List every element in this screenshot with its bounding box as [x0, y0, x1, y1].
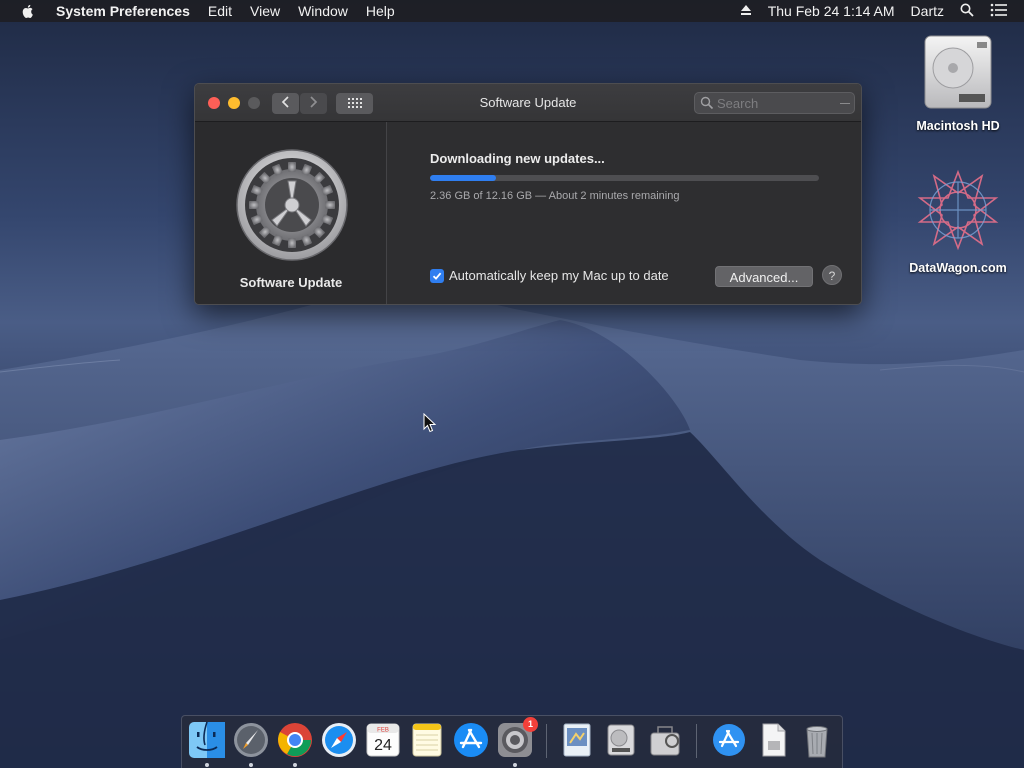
minimize-window-button[interactable] [228, 97, 240, 109]
disk-utility-icon [607, 724, 635, 756]
back-button[interactable] [272, 93, 299, 114]
notification-center-icon[interactable] [990, 3, 1008, 20]
hard-drive-icon [903, 32, 1013, 113]
dock-disk-utility[interactable] [602, 721, 640, 759]
pane-title: Software Update [239, 275, 343, 290]
running-indicator [293, 763, 297, 767]
software-update-gear-icon [231, 144, 353, 266]
chrome-icon [278, 723, 312, 757]
search-field[interactable] [694, 92, 855, 114]
dock-chrome[interactable] [276, 721, 314, 767]
trash-icon [806, 726, 828, 758]
spotlight-icon[interactable] [960, 3, 974, 20]
dock-safari[interactable] [320, 721, 358, 759]
checkmark-icon[interactable] [430, 268, 444, 283]
dock-trash[interactable] [798, 721, 836, 759]
auto-update-label[interactable]: Automatically keep my Mac up to date [449, 268, 669, 283]
download-progress-fill [430, 175, 497, 181]
search-clear-icon[interactable] [840, 103, 850, 104]
running-indicator [205, 763, 209, 767]
dock-system-preferences[interactable]: 1 [496, 717, 538, 767]
apple-menu-icon[interactable] [20, 3, 36, 19]
grid-icon [347, 95, 362, 113]
pane-content: Downloading new updates... 2.36 GB of 12… [388, 122, 861, 304]
dock-separator [696, 724, 697, 758]
desktop-icon-datawagon[interactable]: DataWagon.com [903, 168, 1013, 275]
advanced-button[interactable]: Advanced... [715, 266, 813, 287]
eject-icon[interactable] [740, 3, 752, 19]
dock: FEB 24 1 [181, 715, 843, 768]
menu-window[interactable]: Window [298, 3, 348, 19]
desktop-icon-macintosh-hd[interactable]: Macintosh HD [903, 32, 1013, 133]
search-input[interactable] [717, 95, 837, 111]
search-icon [700, 96, 714, 115]
launchpad-icon [234, 723, 268, 757]
pane-sidebar: Software Update [195, 122, 387, 304]
mouse-cursor-icon [423, 412, 437, 438]
menu-edit[interactable]: Edit [208, 3, 232, 19]
desktop-icon-label: Macintosh HD [916, 119, 1000, 133]
dock-preview[interactable] [558, 721, 596, 759]
dock-app-store-download[interactable] [710, 721, 748, 759]
menu-user[interactable]: Dartz [911, 3, 944, 19]
notes-icon [412, 723, 442, 757]
safari-icon [322, 723, 356, 757]
zoom-window-button[interactable] [248, 97, 260, 109]
archive-utility-icon [650, 726, 680, 756]
menu-view[interactable]: View [250, 3, 280, 19]
finder-icon [189, 721, 225, 758]
auto-update-checkbox[interactable]: Automatically keep my Mac up to date [430, 268, 669, 283]
menu-app-name[interactable]: System Preferences [56, 3, 190, 19]
dock-finder[interactable] [188, 721, 226, 767]
show-all-button[interactable] [336, 93, 373, 114]
chevron-left-icon [281, 95, 290, 113]
running-indicator [249, 763, 253, 767]
menu-bar: System Preferences Edit View Window Help… [0, 0, 1024, 22]
forward-button[interactable] [300, 93, 327, 114]
dock-calendar[interactable]: FEB 24 [364, 721, 402, 759]
download-progress-bar [430, 175, 819, 181]
dock-document[interactable] [754, 721, 792, 759]
download-status-title: Downloading new updates... [430, 151, 605, 166]
software-update-window: Software Update Search Software Update D… [194, 83, 862, 305]
chevron-right-icon [309, 95, 318, 113]
dock-launchpad[interactable] [232, 721, 270, 767]
window-titlebar[interactable]: Software Update [195, 84, 861, 122]
desktop-icon-label: DataWagon.com [909, 261, 1007, 275]
calendar-icon: FEB 24 [366, 723, 400, 757]
notification-badge: 1 [523, 717, 538, 732]
download-progress-detail: 2.36 GB of 12.16 GB — About 2 minutes re… [430, 190, 680, 202]
calendar-day: 24 [374, 737, 392, 754]
dock-app-store[interactable] [452, 721, 490, 759]
datawagon-logo-icon [903, 168, 1013, 255]
dock-separator [546, 724, 547, 758]
document-icon [762, 723, 786, 757]
app-store-icon [454, 723, 488, 757]
close-window-button[interactable] [208, 97, 220, 109]
app-store-download-icon [713, 724, 745, 756]
preview-icon [563, 723, 591, 757]
help-button[interactable]: ? [822, 265, 842, 285]
calendar-month: FEB [377, 728, 389, 734]
dock-notes[interactable] [408, 721, 446, 759]
running-indicator [513, 763, 517, 767]
menu-help[interactable]: Help [366, 3, 395, 19]
menu-clock[interactable]: Thu Feb 24 1:14 AM [768, 3, 895, 19]
dock-archive-utility[interactable] [646, 721, 684, 759]
